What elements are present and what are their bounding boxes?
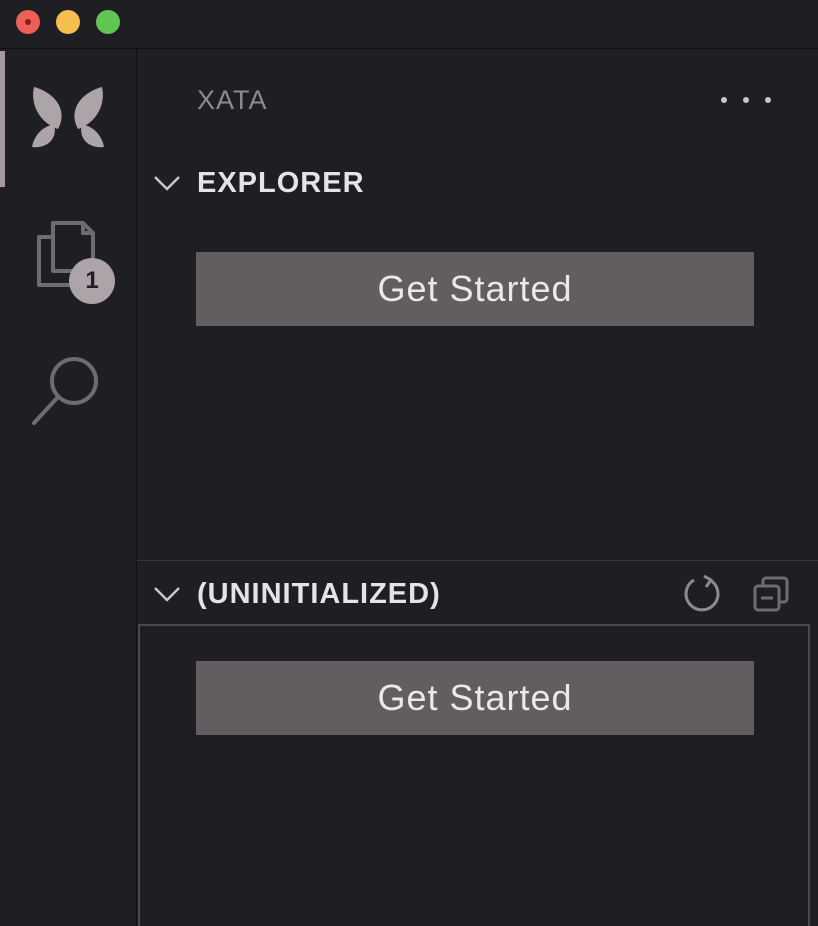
close-window-button[interactable] — [16, 10, 40, 34]
files-badge: 1 — [69, 258, 115, 304]
xata-butterfly-icon — [32, 87, 104, 148]
vscode-window: 1 XATA EXPLORER Get Started (UNINITIALIZ… — [0, 0, 818, 926]
get-started-button[interactable]: Get Started — [196, 252, 754, 326]
chevron-down-icon — [154, 587, 180, 602]
refresh-icon — [684, 574, 720, 612]
refresh-button[interactable] — [682, 574, 722, 614]
sidebar-title: XATA — [197, 85, 268, 115]
chevron-down-icon — [154, 176, 180, 191]
search-icon — [32, 357, 98, 425]
collapse-all-icon — [753, 576, 789, 612]
ellipsis-icon — [721, 97, 727, 103]
get-started-button[interactable]: Get Started — [196, 661, 754, 735]
section-header-explorer[interactable]: EXPLORER — [137, 153, 818, 213]
more-actions-button[interactable] — [721, 83, 771, 117]
section-divider — [137, 560, 818, 561]
title-bar — [0, 0, 818, 49]
maximize-window-button[interactable] — [96, 10, 120, 34]
activity-item-xata[interactable] — [0, 51, 136, 187]
section-label: (UNINITIALIZED) — [197, 577, 441, 610]
activity-item-explorer[interactable] — [0, 187, 136, 323]
activity-bar: 1 — [0, 49, 137, 926]
sidebar: XATA EXPLORER Get Started (UNINITIALIZED… — [137, 49, 818, 926]
section-label: EXPLORER — [197, 166, 365, 199]
minimize-window-button[interactable] — [56, 10, 80, 34]
collapse-all-button[interactable] — [751, 574, 791, 614]
activity-item-search[interactable] — [0, 323, 136, 459]
